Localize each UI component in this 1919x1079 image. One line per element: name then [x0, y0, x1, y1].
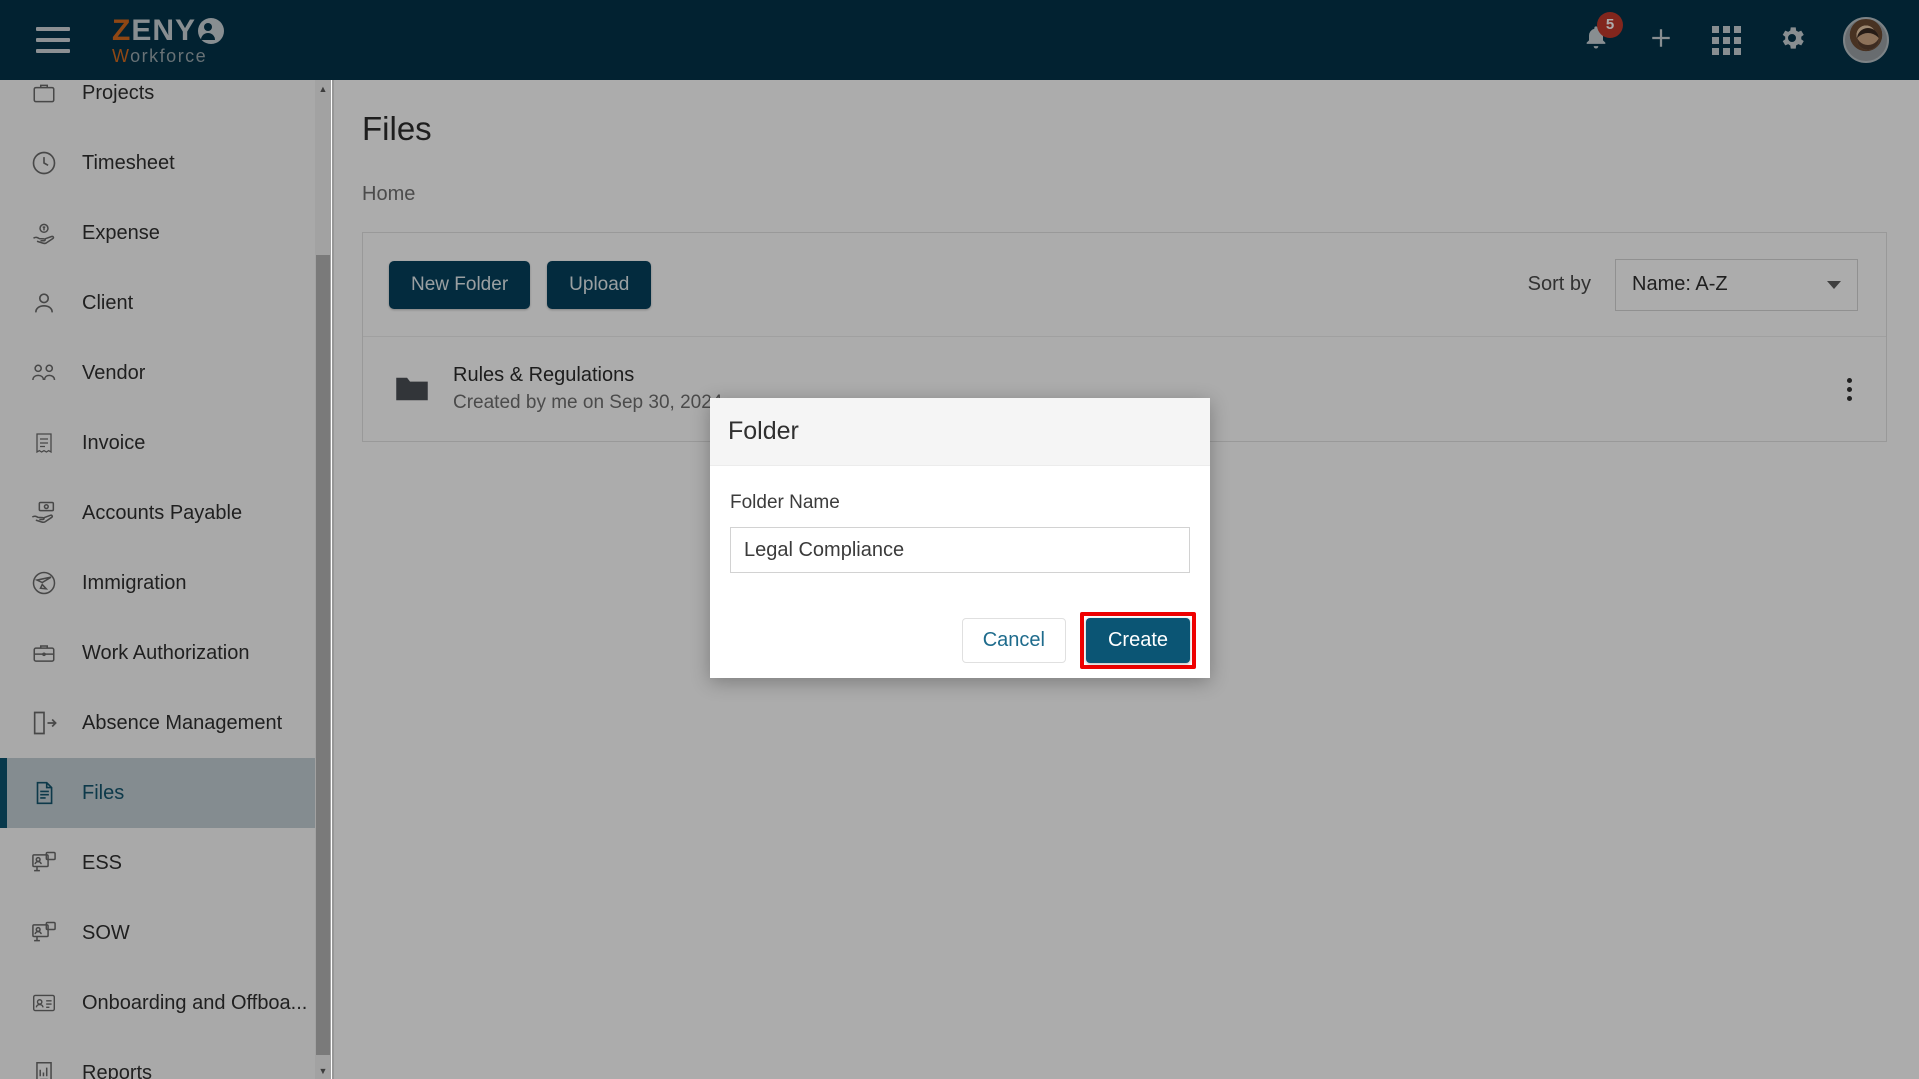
sidebar-item-label: Client [82, 291, 134, 314]
sidebar-item-label: Reports [82, 1061, 153, 1079]
notification-badge: 5 [1597, 11, 1623, 38]
person-icon [24, 286, 64, 320]
grid-apps-icon[interactable] [1712, 25, 1741, 55]
sidebar-item-absence-management[interactable]: Absence Management [0, 688, 316, 758]
folder-modal-header: Folder [710, 398, 1210, 466]
folder-modal-footer: Cancel Create [710, 602, 1210, 678]
sidebar-item-label: Onboarding and Offboa... [82, 991, 308, 1014]
sidebar-item-label: Files [82, 781, 125, 804]
sidebar-item-label: ESS [82, 851, 123, 874]
brand-letters-eny: ENY [131, 13, 197, 47]
page-title: Files [362, 110, 432, 147]
briefcase-icon [24, 636, 64, 670]
breadcrumb[interactable]: Home [362, 183, 1887, 206]
document-icon [24, 776, 64, 810]
sort-control: Sort by Name: A-Z [1527, 258, 1858, 311]
scroll-down-arrow-icon[interactable]: ▼ [315, 1062, 331, 1079]
chevron-down-icon [1827, 280, 1841, 289]
upload-button[interactable]: Upload [547, 260, 652, 309]
sidebar-item-immigration[interactable]: Immigration [0, 548, 316, 618]
hand-coin-icon [24, 216, 64, 250]
sidebar-item-sow[interactable]: SOW [0, 898, 316, 968]
files-toolbar: New Folder Upload Sort by Name: A-Z [363, 233, 1886, 337]
top-navbar: Z ENY Workforce 5 [0, 0, 1919, 80]
door-exit-icon [24, 706, 64, 740]
navbar-actions: 5 [1582, 11, 1889, 63]
sidebar: Projects Timesheet Expense Client Vendor… [0, 80, 330, 1079]
sidebar-scrollbar[interactable]: ▲ ▼ [315, 80, 331, 1079]
sort-select[interactable]: Name: A-Z [1615, 258, 1858, 311]
receipt-icon [24, 426, 64, 460]
clock-icon [24, 146, 64, 180]
sidebar-item-label: Vendor [82, 361, 146, 384]
sidebar-item-label: SOW [82, 921, 130, 944]
gear-icon[interactable] [1777, 23, 1807, 58]
person-circle-icon [198, 17, 225, 44]
report-chart-icon [24, 1056, 64, 1079]
folder-text-block: Rules & Regulations Created by me on Sep… [453, 364, 722, 414]
sidebar-item-projects[interactable]: Projects [0, 80, 316, 128]
id-card-icon [24, 986, 64, 1020]
sort-by-label: Sort by [1527, 273, 1591, 295]
sidebar-item-onboarding-and-offboarding[interactable]: Onboarding and Offboa... [0, 968, 316, 1038]
sidebar-item-label: Immigration [82, 571, 187, 594]
scroll-up-arrow-icon[interactable]: ▲ [315, 80, 331, 97]
sort-select-value: Name: A-Z [1632, 273, 1728, 295]
bell-icon[interactable]: 5 [1582, 11, 1623, 58]
sidebar-item-label: Projects [82, 81, 155, 104]
briefcase-icon [24, 80, 64, 110]
sidebar-scrollbar-thumb[interactable] [316, 255, 330, 1055]
sidebar-item-label: Work Authorization [82, 641, 250, 664]
plus-icon[interactable] [1646, 23, 1676, 58]
sidebar-item-files[interactable]: Files [0, 758, 316, 828]
folder-modal-title: Folder [728, 417, 799, 445]
sidebar-item-ess[interactable]: ESS [0, 828, 316, 898]
new-folder-button[interactable]: New Folder [389, 260, 531, 309]
folder-meta: Created by me on Sep 30, 2024 [453, 392, 723, 413]
sidebar-item-label: Accounts Payable [82, 501, 243, 524]
sidebar-item-list: Projects Timesheet Expense Client Vendor… [0, 80, 316, 1079]
brand-primary-line: Z ENY [112, 13, 225, 47]
sidebar-item-label: Expense [82, 221, 160, 244]
monitor-person-icon [24, 846, 64, 880]
monitor-person-icon [24, 916, 64, 950]
brand-logo[interactable]: Z ENY Workforce [112, 13, 225, 65]
create-button[interactable]: Create [1085, 617, 1190, 663]
brand-word-orkforce: orkforce [130, 45, 208, 66]
sidebar-item-label: Timesheet [82, 151, 175, 174]
kebab-menu-icon[interactable] [1841, 372, 1858, 407]
brand-letter-z: Z [112, 13, 132, 47]
create-button-highlight: Create [1079, 611, 1196, 669]
brand-letter-w: W [112, 45, 131, 66]
folder-icon [393, 374, 431, 404]
sidebar-item-label: Invoice [82, 431, 146, 454]
cancel-button[interactable]: Cancel [961, 617, 1066, 663]
avatar[interactable] [1843, 17, 1889, 63]
hand-money-icon [24, 496, 64, 530]
sidebar-item-label: Absence Management [82, 711, 283, 734]
airplane-globe-icon [24, 566, 64, 600]
folder-name: Rules & Regulations [453, 364, 635, 386]
folder-name-input[interactable] [730, 527, 1190, 573]
hamburger-menu-icon[interactable] [36, 27, 70, 53]
sidebar-item-accounts-payable[interactable]: Accounts Payable [0, 478, 316, 548]
folder-modal: Folder Folder Name Cancel Create [710, 398, 1210, 678]
sidebar-item-client[interactable]: Client [0, 268, 316, 338]
people-group-icon [24, 356, 64, 390]
folder-name-label: Folder Name [730, 492, 840, 513]
folder-modal-body: Folder Name [710, 466, 1210, 573]
sidebar-item-timesheet[interactable]: Timesheet [0, 128, 316, 198]
sidebar-item-vendor[interactable]: Vendor [0, 338, 316, 408]
sidebar-item-reports[interactable]: Reports [0, 1038, 316, 1079]
brand-secondary-line: Workforce [112, 47, 224, 65]
sidebar-item-work-authorization[interactable]: Work Authorization [0, 618, 316, 688]
sidebar-item-invoice[interactable]: Invoice [0, 408, 316, 478]
sidebar-item-expense[interactable]: Expense [0, 198, 316, 268]
